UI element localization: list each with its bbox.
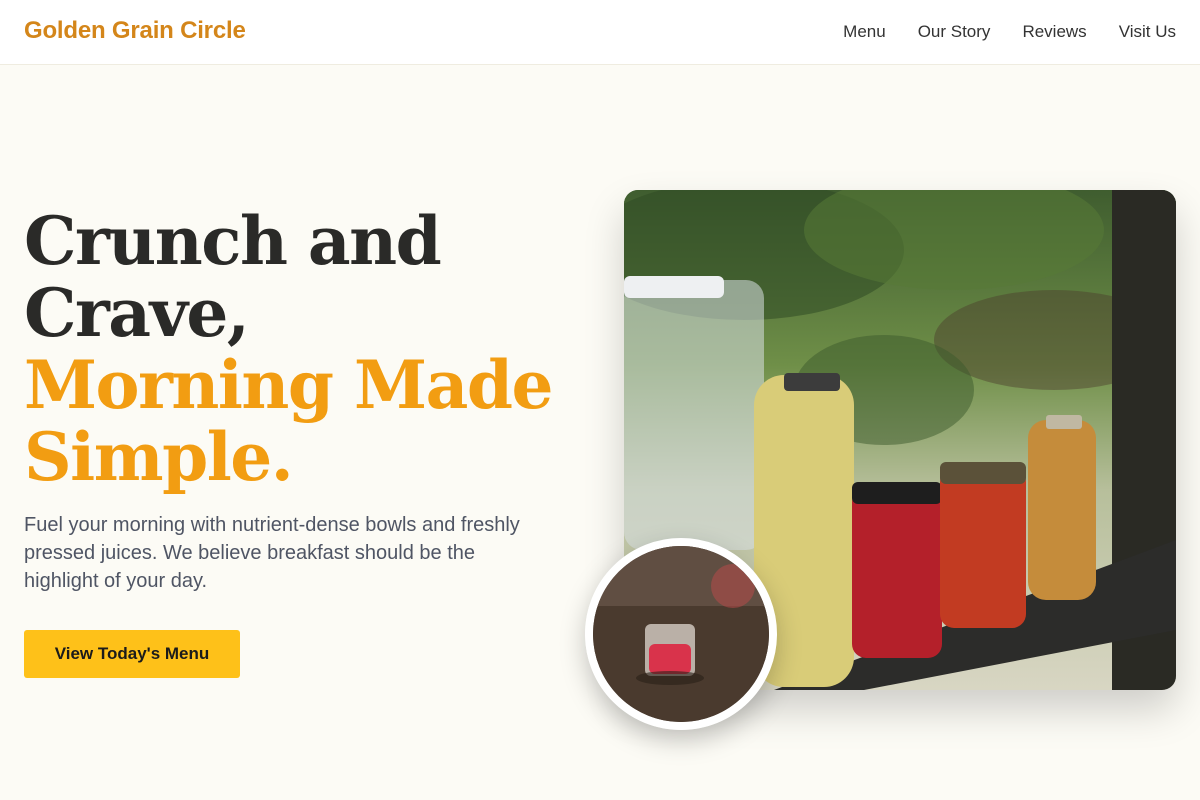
- hero-subtitle: Fuel your morning with nutrient-dense bo…: [24, 514, 520, 592]
- main-nav: Menu Our Story Reviews Visit Us: [843, 22, 1176, 42]
- brand-logo[interactable]: Golden Grain Circle: [24, 17, 246, 45]
- hero-headline-line-1: Crunch and: [24, 202, 442, 280]
- site-header: Golden Grain Circle Menu Our Story Revie…: [0, 0, 1200, 65]
- nav-link-visit-us[interactable]: Visit Us: [1119, 22, 1176, 42]
- nav-link-menu[interactable]: Menu: [843, 22, 886, 42]
- hero-headline-line-4: Simple.: [24, 418, 294, 496]
- hero-thumbnail-juice: [585, 538, 777, 730]
- view-menu-button[interactable]: View Today's Menu: [24, 630, 240, 678]
- nav-link-reviews[interactable]: Reviews: [1022, 22, 1086, 42]
- nav-link-our-story[interactable]: Our Story: [918, 22, 991, 42]
- hero-headline-line-3: Morning Made: [24, 346, 553, 424]
- hero-headline-line-2: Crave,: [24, 274, 250, 352]
- juice-glass-illustration: [593, 546, 769, 722]
- hero-section: Crunch and Crave, Morning Made Simple. F…: [24, 205, 564, 595]
- hero-headline: Crunch and Crave, Morning Made Simple.: [24, 205, 564, 493]
